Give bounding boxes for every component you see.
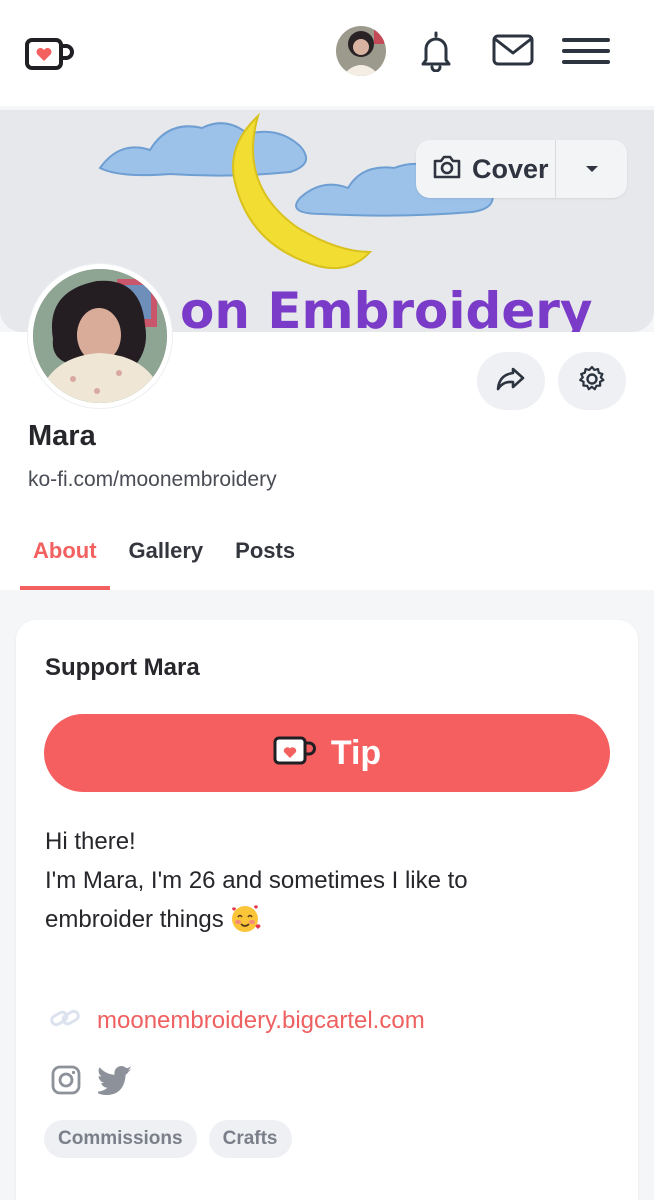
banner-text: on Embroidery: [180, 282, 593, 332]
tab-gallery[interactable]: Gallery: [116, 530, 217, 590]
website-link[interactable]: moonembroidery.bigcartel.com: [49, 1006, 425, 1035]
edit-cover-button[interactable]: Cover: [416, 140, 556, 198]
instagram-icon[interactable]: [50, 1064, 82, 1101]
support-title: Support Mara: [45, 654, 200, 681]
profile-tabs: About Gallery Posts: [20, 530, 308, 590]
top-navigation-bar: [0, 0, 654, 106]
hamburger-menu-icon[interactable]: [560, 34, 612, 68]
profile-url[interactable]: ko-fi.com/moonembroidery: [28, 468, 277, 492]
tag-commissions[interactable]: Commissions: [44, 1120, 197, 1158]
tag-crafts[interactable]: Crafts: [208, 1120, 292, 1158]
gear-icon: [577, 364, 607, 399]
tip-button-label: Tip: [330, 733, 382, 772]
link-icon: [49, 1006, 81, 1035]
share-button[interactable]: [477, 352, 545, 410]
cover-button[interactable]: Cover: [416, 140, 627, 198]
bio-line: Hi there!: [45, 828, 136, 855]
user-avatar[interactable]: [336, 26, 386, 76]
website-link-text[interactable]: moonembroidery.bigcartel.com: [97, 1007, 425, 1035]
bell-icon[interactable]: [414, 28, 458, 73]
mail-icon[interactable]: [490, 30, 536, 70]
twitter-icon[interactable]: [94, 1065, 134, 1100]
camera-icon: [432, 154, 462, 185]
bio-line: I'm Mara, I'm 26 and sometimes I like to: [45, 867, 468, 894]
tip-button[interactable]: Tip: [44, 714, 610, 792]
profile-name: Mara: [28, 420, 96, 452]
bio-text: Hi there! I'm Mara, I'm 26 and sometimes…: [45, 822, 605, 945]
profile-avatar[interactable]: [28, 264, 172, 408]
tab-posts[interactable]: Posts: [222, 530, 308, 590]
share-icon: [496, 366, 526, 397]
support-card: Support Mara Tip Hi there! I'm Mara, I'm…: [16, 620, 638, 1200]
caret-down-icon[interactable]: [556, 140, 627, 198]
ko-fi-cup-icon[interactable]: [24, 36, 76, 72]
bio-line: embroider things: [45, 900, 605, 945]
settings-button[interactable]: [558, 352, 626, 410]
cover-button-label: Cover: [472, 153, 549, 184]
ko-fi-cup-icon: [273, 736, 317, 771]
social-links: [50, 1064, 134, 1101]
tag-list: Commissions Crafts: [44, 1120, 292, 1158]
tab-about[interactable]: About: [20, 530, 110, 590]
smiling-face-with-hearts-icon: [230, 903, 262, 945]
